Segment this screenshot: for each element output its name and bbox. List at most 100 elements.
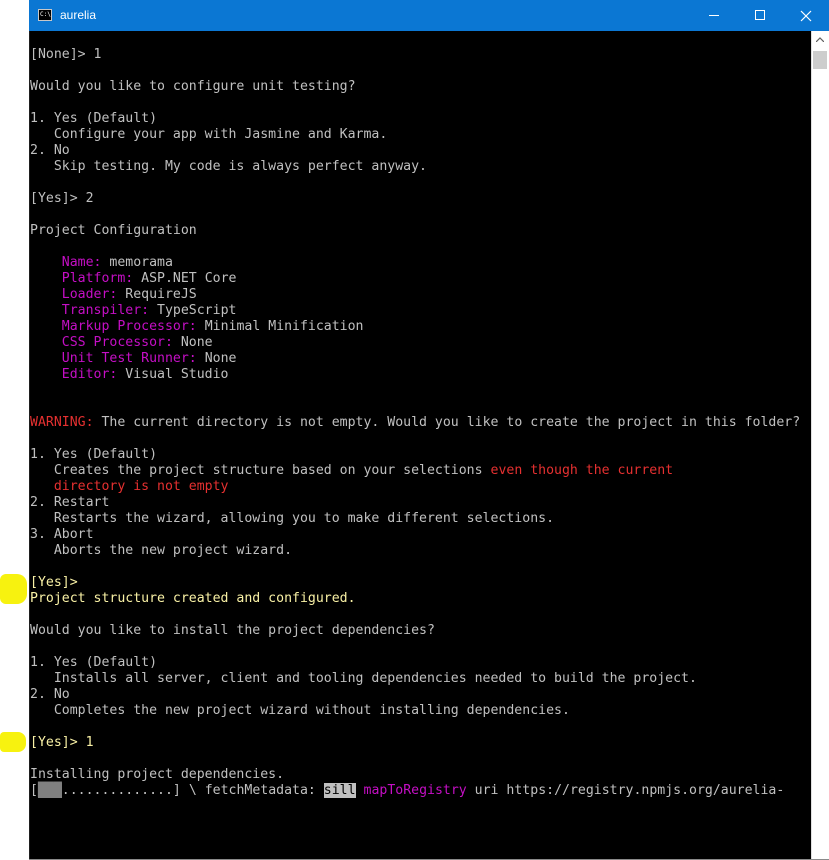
console-segment: None xyxy=(196,351,237,366)
close-button[interactable] xyxy=(783,0,829,31)
console-segment: [Yes]> xyxy=(30,575,78,590)
console-line: 2. Restart xyxy=(30,495,800,511)
vertical-scrollbar[interactable] xyxy=(811,31,828,859)
console-segment: None xyxy=(172,335,213,350)
console-segment: [ xyxy=(30,783,38,798)
console-segment: directory is not empty xyxy=(53,479,229,494)
console-line: [Yes]> 2 xyxy=(30,191,800,207)
console-line: directory is not empty xyxy=(30,479,800,495)
console-line: Name: memorama xyxy=(30,255,800,271)
console-line: Installs all server, client and tooling … xyxy=(30,671,800,687)
console-segment: Installing project dependencies. xyxy=(30,767,285,782)
console-segment xyxy=(30,479,54,494)
minimize-icon xyxy=(709,15,719,16)
console-line: Project structure created and configured… xyxy=(30,591,800,607)
console-segment: Editor: xyxy=(61,367,118,382)
console-segment xyxy=(30,367,62,382)
console-line: [Yes]> 1 xyxy=(30,735,800,751)
console-segment: uri https://registry.npmjs.org/aurelia- xyxy=(466,783,785,798)
console-segment: Minimal Minification xyxy=(196,319,364,334)
console-segment: Creates the project structure based on y… xyxy=(30,463,491,478)
window-title: aurelia xyxy=(60,8,97,22)
console-line: Creates the project structure based on y… xyxy=(30,463,800,479)
console-line: Unit Test Runner: None xyxy=(30,351,800,367)
console-segment: 3. Abort xyxy=(30,527,94,542)
console-segment: Skip testing. My code is always perfect … xyxy=(30,159,427,174)
console-line: Configure your app with Jasmine and Karm… xyxy=(30,127,800,143)
console-line: WARNING: The current directory is not em… xyxy=(30,415,800,431)
highlight-marker xyxy=(0,574,27,604)
maximize-button[interactable] xyxy=(737,0,783,31)
console-text: [None]> 1 Would you like to configure uni… xyxy=(30,47,800,799)
console-segment: Transpiler: xyxy=(61,303,150,318)
console-segment: 1. Yes (Default) xyxy=(30,447,158,462)
console-segment: Markup Processor: xyxy=(61,319,197,334)
console-line: Skip testing. My code is always perfect … xyxy=(30,159,800,175)
window-border xyxy=(29,31,30,859)
console-segment: [None]> 1 xyxy=(30,47,102,62)
scroll-up-button[interactable] xyxy=(812,31,828,48)
console-segment xyxy=(30,287,62,302)
console-segment: [Yes]> 2 xyxy=(30,191,94,206)
console-segment: Would you like to configure unit testing… xyxy=(30,79,356,94)
console-line: [Yes]> xyxy=(30,575,800,591)
console-segment: even though the current xyxy=(490,463,674,478)
console-line: 1. Yes (Default) xyxy=(30,655,800,671)
console-segment: Platform: xyxy=(61,271,134,286)
console-segment: Project structure created and configured… xyxy=(30,591,356,606)
console-line: Would you like to install the project de… xyxy=(30,623,800,639)
console-segment: 2. Restart xyxy=(30,495,110,510)
console-segment: 1. Yes (Default) xyxy=(30,655,158,670)
highlight-marker xyxy=(0,732,26,752)
console-line: CSS Processor: None xyxy=(30,335,800,351)
console-segment: ASP.NET Core xyxy=(133,271,237,286)
scrollbar-thumb[interactable] xyxy=(813,51,827,69)
console-segment: The current directory is not empty. Woul… xyxy=(93,415,801,430)
console-line: Project Configuration xyxy=(30,223,800,239)
console-line: Restarts the wizard, allowing you to mak… xyxy=(30,511,800,527)
console-line: 1. Yes (Default) xyxy=(30,447,800,463)
console-app-icon[interactable]: C:\ xyxy=(38,9,52,21)
console-segment: Would you like to install the project de… xyxy=(30,623,435,638)
console-segment: CSS Processor: xyxy=(61,335,173,350)
console-segment: [Yes]> 1 xyxy=(30,735,94,750)
console-segment xyxy=(30,271,62,286)
chevron-up-icon xyxy=(816,37,824,42)
console-segment: 1. Yes (Default) xyxy=(30,111,158,126)
console-segment: 2. No xyxy=(30,687,70,702)
minimize-button[interactable] xyxy=(691,0,737,31)
console-line: Completes the new project wizard without… xyxy=(30,703,800,719)
console-segment xyxy=(30,319,62,334)
console-segment: 2. No xyxy=(30,143,70,158)
console-segment xyxy=(30,303,62,318)
console-line: 2. No xyxy=(30,687,800,703)
console-line: [███..............] \ fetchMetadata: sil… xyxy=(30,783,800,799)
console-segment: Visual Studio xyxy=(117,367,229,382)
title-bar[interactable]: C:\ aurelia xyxy=(29,0,829,31)
close-icon xyxy=(800,10,812,22)
console-line: Would you like to configure unit testing… xyxy=(30,79,800,95)
console-output[interactable]: [None]> 1 Would you like to configure uni… xyxy=(29,31,811,859)
console-line: 1. Yes (Default) xyxy=(30,111,800,127)
console-segment: TypeScript xyxy=(149,303,237,318)
console-segment: RequireJS xyxy=(117,287,197,302)
console-segment: Unit Test Runner: xyxy=(61,351,197,366)
console-segment xyxy=(356,783,364,798)
console-segment: memorama xyxy=(101,255,173,270)
console-line: 3. Abort xyxy=(30,527,800,543)
console-segment: sill xyxy=(323,783,356,798)
console-segment: Configure your app with Jasmine and Karm… xyxy=(30,127,388,142)
